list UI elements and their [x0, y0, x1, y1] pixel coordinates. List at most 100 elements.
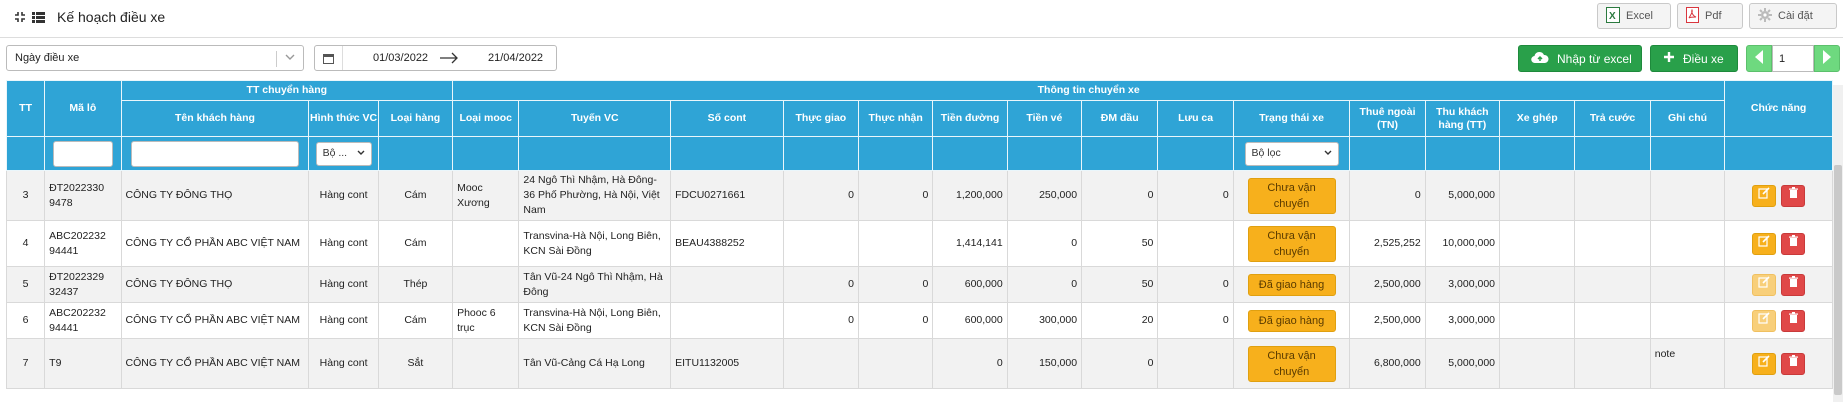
date-from[interactable]: 01/03/2022: [373, 52, 428, 64]
delete-button[interactable]: [1781, 309, 1806, 332]
chevron-down-icon: [357, 147, 365, 160]
filter-cell: Bộ lọc: [1232, 136, 1351, 171]
cell-collected: 3,000,000: [1424, 302, 1501, 339]
table-row[interactable]: 6 ABC202232 94441 CÔNG TY CỔ PHẦN ABC VI…: [6, 302, 1833, 339]
customer-filter-input[interactable]: [130, 140, 299, 167]
cell-transport-type: Hàng cont: [308, 220, 379, 267]
status-badge[interactable]: Chưa vận chuyển: [1247, 177, 1336, 214]
status-badge[interactable]: Chưa vận chuyển: [1247, 225, 1336, 262]
ma-lo-filter-input[interactable]: [52, 140, 113, 167]
next-page-button[interactable]: [1814, 45, 1840, 72]
cell-received: [858, 338, 934, 389]
status-badge[interactable]: Đã giao hàng: [1247, 309, 1336, 332]
filter-cell: [1574, 136, 1651, 171]
edit-button[interactable]: [1752, 273, 1777, 296]
cell-container-no: [670, 266, 784, 303]
export-pdf-button[interactable]: Pdf: [1677, 3, 1743, 29]
edit-button[interactable]: [1752, 184, 1777, 207]
cell-customer: CÔNG TY CỔ PHẦN ABC VIỆT NAM: [120, 220, 310, 267]
table-row[interactable]: 3 ĐT2022330 9478 CÔNG TY ĐÔNG THỌ Hàng c…: [6, 170, 1833, 221]
cell-shared-truck: [1499, 302, 1576, 339]
delete-button[interactable]: [1781, 273, 1806, 296]
cell-delivered: 0: [782, 266, 860, 303]
edit-button[interactable]: [1752, 352, 1777, 375]
delete-button[interactable]: [1781, 352, 1806, 375]
scrollbar-thumb[interactable]: [1834, 165, 1842, 395]
delete-button[interactable]: [1781, 232, 1806, 255]
divider: [0, 37, 1843, 38]
cell-shift: 0: [1157, 302, 1234, 339]
filter-cell: [858, 136, 934, 171]
cell-shared-truck: [1499, 266, 1576, 303]
status-badge[interactable]: Chưa vận chuyển: [1247, 345, 1336, 382]
status-badge[interactable]: Đã giao hàng: [1247, 273, 1336, 296]
cell-trailer-type: Phooc 6 trục: [452, 302, 520, 339]
filter-cell: [932, 136, 1008, 171]
export-excel-button[interactable]: X Excel: [1597, 3, 1671, 29]
vertical-scrollbar[interactable]: [1833, 85, 1843, 402]
cell-route: Transvina-Hà Nội, Long Biên, KCN Sài Đồn…: [518, 220, 672, 267]
cell-route: Transvina-Hà Nội, Long Biên, KCN Sài Đồn…: [518, 302, 672, 339]
cell-freight-paid: [1574, 170, 1651, 221]
cell-delivered: 0: [782, 170, 860, 221]
cell-actions: [1724, 170, 1833, 221]
edit-button[interactable]: [1752, 232, 1777, 255]
edit-icon: [1758, 312, 1770, 329]
cell-actions: [1724, 302, 1833, 339]
cell-received: 0: [858, 266, 934, 303]
cell-transport-type: Hàng cont: [308, 302, 379, 339]
gear-icon: [1758, 7, 1772, 25]
date-range-picker[interactable]: 01/03/2022 21/04/2022: [314, 45, 557, 71]
import-excel-label: Nhập từ excel: [1557, 51, 1632, 66]
col-header: Thu khách hàng (TT): [1424, 100, 1501, 137]
prev-page-button[interactable]: [1746, 45, 1772, 72]
page-input[interactable]: 1: [1772, 45, 1814, 72]
filter-cell: [120, 136, 310, 171]
menu-icon[interactable]: [32, 11, 45, 23]
cell-cargo-type: Thép: [377, 266, 454, 303]
table-row[interactable]: 5 ĐT2022329 32437 CÔNG TY ĐÔNG THỌ Hàng …: [6, 266, 1833, 303]
prev-icon: [1753, 49, 1765, 68]
col-header: Trạng thái xe: [1232, 100, 1351, 137]
cell-fuel: 50: [1081, 266, 1159, 303]
dispatch-button[interactable]: Điều xe: [1650, 45, 1738, 72]
cell-ma-lo: ABC202232 94441: [44, 302, 122, 339]
trash-icon: [1788, 276, 1799, 293]
table-row[interactable]: 4 ABC202232 94441 CÔNG TY CỔ PHẦN ABC VI…: [6, 220, 1833, 267]
col-header: Tiền đường: [932, 100, 1008, 137]
select-divider: [276, 51, 277, 67]
col-header: Tuyến VC: [518, 100, 672, 137]
import-excel-button[interactable]: Nhập từ excel: [1518, 45, 1642, 72]
cell-freight-paid: [1574, 220, 1651, 267]
top-actions: X Excel Pdf Cài đặt: [1597, 3, 1837, 29]
trash-icon: [1788, 312, 1799, 329]
status-filter-select[interactable]: Bộ lọc: [1244, 141, 1339, 166]
cell-customer: CÔNG TY CỔ PHẦN ABC VIỆT NAM: [120, 302, 310, 339]
next-icon: [1821, 49, 1833, 68]
cell-tt: 6: [6, 302, 46, 339]
cell-freight-paid: [1574, 266, 1651, 303]
trash-icon: [1788, 187, 1799, 204]
filter-bar: Ngày điều xe 01/03/2022 21/04/2022 Nhập …: [0, 44, 1843, 74]
settings-label: Cài đặt: [1778, 10, 1813, 22]
cell-trailer-type: [452, 220, 520, 267]
date-type-select[interactable]: Ngày điều xe: [6, 45, 304, 71]
edit-button[interactable]: [1752, 309, 1777, 332]
transport-type-filter[interactable]: Bộ ...: [315, 141, 372, 166]
col-ma-lo: Mã lô: [44, 80, 122, 137]
delete-button[interactable]: [1781, 184, 1806, 207]
cell-cargo-type: Cám: [377, 302, 454, 339]
chevron-down-icon: [285, 52, 295, 65]
cell-note: [1649, 170, 1726, 221]
table-row[interactable]: 7 T9 CÔNG TY CỔ PHẦN ABC VIỆT NAM Hàng c…: [6, 338, 1833, 389]
edit-icon: [1758, 276, 1770, 293]
collapse-icon[interactable]: [14, 11, 26, 23]
cell-container-no: BEAU4388252: [670, 220, 784, 267]
dispatch-table-wrapper: TT Mã lô TT chuyển hàng Thông tin chuyển…: [6, 80, 1833, 407]
cell-customer: CÔNG TY CỔ PHẦN ABC VIỆT NAM: [120, 338, 310, 389]
cell-road-fee: 1,200,000: [932, 170, 1008, 221]
dispatch-table: TT Mã lô TT chuyển hàng Thông tin chuyển…: [6, 80, 1833, 389]
settings-button[interactable]: Cài đặt: [1749, 3, 1837, 29]
cell-actions: [1724, 338, 1833, 389]
date-to[interactable]: 21/04/2022: [488, 52, 543, 64]
